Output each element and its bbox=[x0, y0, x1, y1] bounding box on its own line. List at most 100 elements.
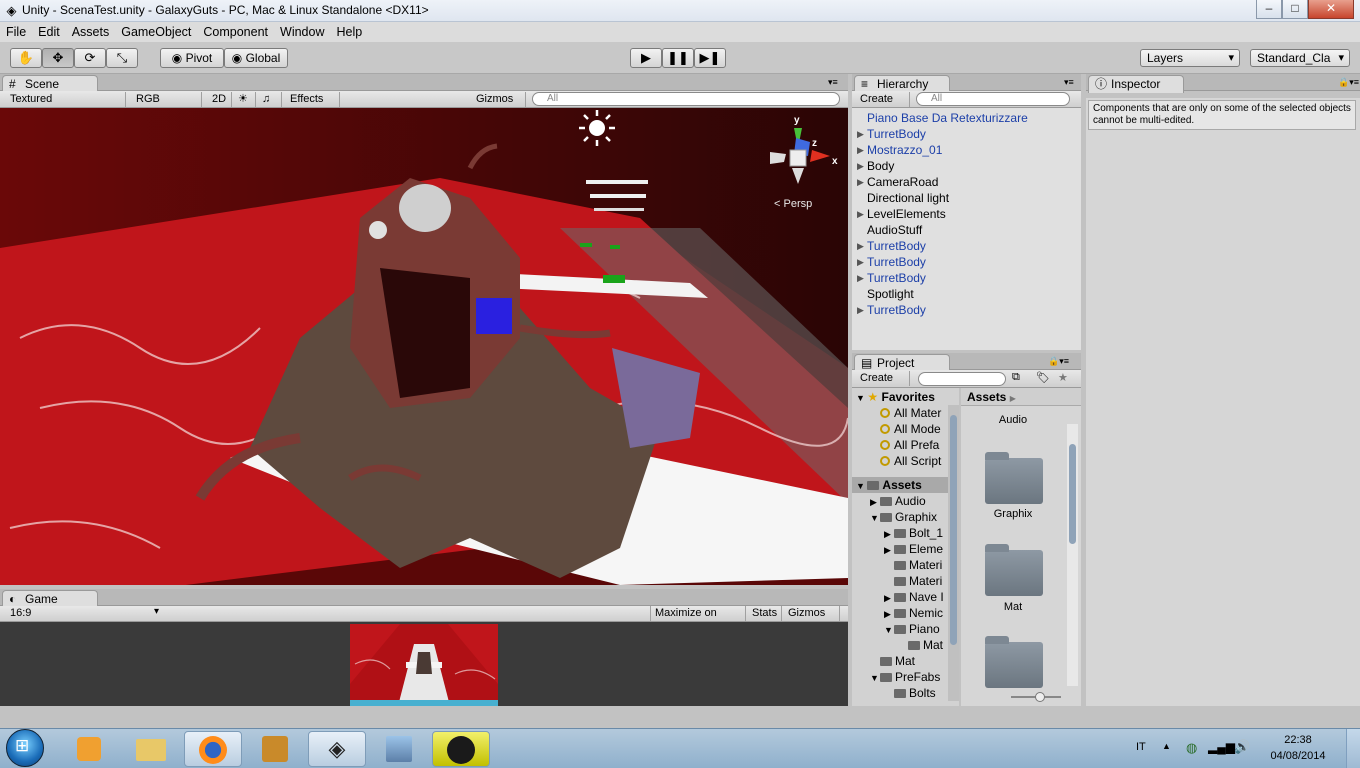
hierarchy-item[interactable]: ▶ TurretBody bbox=[852, 254, 1081, 270]
folder-icon[interactable] bbox=[985, 544, 1043, 596]
folder-icon[interactable] bbox=[985, 636, 1043, 688]
inspector-menu-icon[interactable]: 🔒▾≡ bbox=[1338, 77, 1359, 88]
tree-folder-item[interactable]: Bolts bbox=[852, 685, 959, 701]
clock-time[interactable]: 22:38 bbox=[1268, 734, 1328, 746]
menu-assets[interactable]: Assets bbox=[66, 22, 116, 42]
favorite-item[interactable]: All Script bbox=[852, 453, 959, 469]
folder-icon[interactable] bbox=[985, 452, 1043, 504]
network-status-icon[interactable]: ◍ bbox=[1186, 740, 1197, 756]
2d-toggle[interactable]: 2D bbox=[208, 92, 232, 107]
hierarchy-item[interactable]: ▶ TurretBody bbox=[852, 270, 1081, 286]
expand-arrow-icon[interactable]: ▶ bbox=[884, 606, 894, 622]
hierarchy-create-dropdown[interactable]: Create bbox=[856, 92, 910, 107]
explorer-taskbar-icon[interactable] bbox=[122, 731, 180, 767]
favorite-star-icon[interactable]: ★ bbox=[1058, 371, 1068, 384]
expand-arrow-icon[interactable]: ▶ bbox=[884, 526, 894, 542]
scene-gizmos-dropdown[interactable]: Gizmos bbox=[472, 92, 526, 107]
tree-folder-item[interactable]: ▶ Audio bbox=[852, 493, 959, 509]
hierarchy-menu-icon[interactable]: ▾≡ bbox=[1064, 77, 1074, 88]
menu-gameobject[interactable]: GameObject bbox=[115, 22, 197, 42]
hierarchy-item[interactable]: ▶ TurretBody bbox=[852, 302, 1081, 318]
expand-arrow-icon[interactable]: ▼ bbox=[870, 670, 880, 686]
tab-inspector[interactable]: ⓘ Inspector bbox=[1088, 75, 1184, 93]
menu-file[interactable]: File bbox=[0, 22, 32, 42]
favorite-item[interactable]: All Mode bbox=[852, 421, 959, 437]
icon-size-slider-knob[interactable] bbox=[1035, 692, 1045, 702]
play-button[interactable]: ▶ bbox=[630, 48, 662, 68]
hierarchy-item[interactable]: ▶ Body bbox=[852, 158, 1081, 174]
game-viewport[interactable] bbox=[0, 622, 848, 706]
tree-scrollbar[interactable] bbox=[948, 405, 959, 701]
favorite-item[interactable]: All Prefa bbox=[852, 437, 959, 453]
render-mode-dropdown[interactable]: RGB bbox=[132, 92, 202, 107]
grid-scroll-thumb[interactable] bbox=[1069, 444, 1076, 544]
tree-folder-item[interactable]: Mat bbox=[852, 653, 959, 669]
tree-folder-item[interactable]: Materi bbox=[852, 557, 959, 573]
stats-toggle[interactable]: Stats bbox=[748, 606, 782, 621]
hierarchy-item[interactable]: Spotlight bbox=[852, 286, 1081, 302]
project-lock-icon[interactable]: 🔒▾≡ bbox=[1048, 356, 1069, 367]
tree-folder-item[interactable]: Mat bbox=[852, 637, 959, 653]
hierarchy-item[interactable]: Piano Base Da Retexturizzare bbox=[852, 110, 1081, 126]
unity-taskbar-icon[interactable]: ◈ bbox=[308, 731, 366, 767]
assets-root[interactable]: ▼ Assets bbox=[852, 477, 959, 493]
volume-icon[interactable]: 🔊 bbox=[1234, 739, 1250, 755]
expand-arrow-icon[interactable]: ▼ bbox=[870, 510, 880, 526]
close-button[interactable]: ✕ bbox=[1308, 0, 1354, 19]
tree-folder-item[interactable]: ▶ Eleme bbox=[852, 541, 959, 557]
expand-arrow-icon[interactable]: ▶ bbox=[884, 590, 894, 606]
tree-scroll-thumb[interactable] bbox=[950, 415, 957, 645]
firefox-taskbar-icon[interactable] bbox=[184, 731, 242, 767]
project-search-input[interactable] bbox=[918, 372, 1006, 386]
hierarchy-item[interactable]: Directional light bbox=[852, 190, 1081, 206]
hand-tool-icon[interactable]: ✋ bbox=[10, 48, 42, 68]
favorite-item[interactable]: All Mater bbox=[852, 405, 959, 421]
grid-scrollbar[interactable] bbox=[1067, 424, 1078, 686]
signal-icon[interactable]: ▂▄▆ bbox=[1208, 740, 1235, 754]
show-desktop-button[interactable] bbox=[1346, 729, 1360, 768]
project-create-dropdown[interactable]: Create bbox=[856, 371, 910, 386]
menu-help[interactable]: Help bbox=[330, 22, 368, 42]
media-player-taskbar-icon[interactable] bbox=[60, 731, 118, 767]
global-toggle[interactable]: ◉ Global bbox=[224, 48, 288, 68]
aspect-dropdown[interactable]: 16:9 bbox=[6, 606, 164, 621]
maximize-button[interactable]: □ bbox=[1282, 0, 1308, 19]
tree-folder-item[interactable]: ▶ Bolt_1 bbox=[852, 525, 959, 541]
hierarchy-item[interactable]: ▶ CameraRoad bbox=[852, 174, 1081, 190]
layout-dropdown[interactable]: Standard_Cla bbox=[1250, 49, 1350, 67]
tree-folder-item[interactable]: ▼ Piano bbox=[852, 621, 959, 637]
painting-app-taskbar-icon[interactable] bbox=[370, 731, 428, 767]
maximize-on-play-toggle[interactable]: Maximize on Play bbox=[650, 606, 746, 633]
shading-mode-dropdown[interactable]: Textured bbox=[6, 92, 126, 107]
scene-viewport[interactable]: y z x < Persp bbox=[0, 108, 848, 585]
hierarchy-item[interactable]: ▶ TurretBody bbox=[852, 126, 1081, 142]
expand-arrow-icon[interactable]: ▶ bbox=[870, 494, 880, 510]
filter-type-icon[interactable]: ⧉ bbox=[1012, 371, 1020, 384]
pivot-toggle[interactable]: ◉ Pivot bbox=[160, 48, 224, 68]
filter-label-icon[interactable]: 🏷 bbox=[1036, 371, 1050, 384]
tree-folder-item[interactable]: ▶ Nemic bbox=[852, 605, 959, 621]
hierarchy-item[interactable]: ▶ Mostrazzo_01 bbox=[852, 142, 1081, 158]
tree-folder-item[interactable]: ▶ Nave I bbox=[852, 589, 959, 605]
expand-arrow-icon[interactable]: ▶ bbox=[884, 542, 894, 558]
favorites-header[interactable]: ▼ ★ Favorites bbox=[852, 389, 959, 405]
rotate-tool-icon[interactable]: ⟳ bbox=[74, 48, 106, 68]
persp-label[interactable]: < Persp bbox=[774, 198, 812, 210]
panel-menu-icon[interactable]: ▾≡ bbox=[828, 77, 838, 88]
grid-breadcrumb[interactable]: Assets ▶ bbox=[961, 388, 1081, 406]
step-button[interactable]: ▶❚ bbox=[694, 48, 726, 68]
game-gizmos-dropdown[interactable]: Gizmos bbox=[784, 606, 840, 621]
hierarchy-search-input[interactable]: All bbox=[916, 92, 1070, 106]
hierarchy-item[interactable]: ▶ LevelElements bbox=[852, 206, 1081, 222]
menu-edit[interactable]: Edit bbox=[32, 22, 66, 42]
tree-folder-item[interactable]: Materi bbox=[852, 573, 959, 589]
scale-tool-icon[interactable]: ⤡ bbox=[106, 48, 138, 68]
lighting-toggle-icon[interactable]: ☀ bbox=[234, 92, 256, 107]
steam-taskbar-icon[interactable] bbox=[432, 731, 490, 767]
hierarchy-item[interactable]: ▶ TurretBody bbox=[852, 238, 1081, 254]
menu-component[interactable]: Component bbox=[197, 22, 274, 42]
layers-dropdown[interactable]: Layers bbox=[1140, 49, 1240, 67]
minimize-button[interactable]: – bbox=[1256, 0, 1282, 19]
tree-folder-item[interactable]: ▼ PreFabs bbox=[852, 669, 959, 685]
expand-arrow-icon[interactable]: ▼ bbox=[884, 622, 894, 638]
